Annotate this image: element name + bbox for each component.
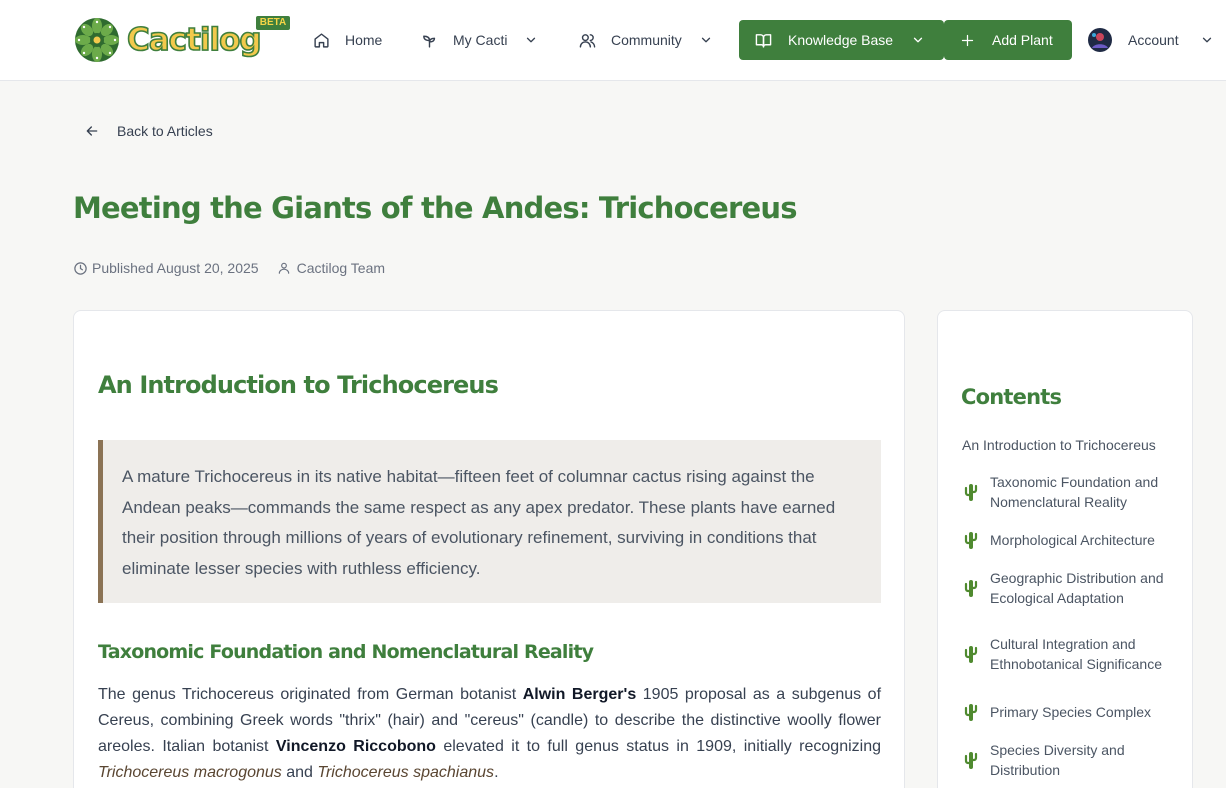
page-title: Meeting the Giants of the Andes: Trichoc… (73, 191, 797, 225)
toc-item-species-diversity[interactable]: Species Diversity and Distribution (962, 740, 1176, 780)
top-navbar: Cactilog BETA Home My Cacti Community Kn… (0, 0, 1226, 81)
contents-title: Contents (961, 385, 1062, 409)
toc-item-label: Primary Species Complex (990, 704, 1152, 720)
add-plant-button[interactable]: Add Plant (944, 20, 1072, 60)
nav-knowledge-base-label: Knowledge Base (788, 32, 894, 48)
nav-home[interactable]: Home (313, 20, 382, 60)
chevron-down-icon (527, 37, 536, 43)
toc-item-label: Species Diversity and Distribution (990, 742, 1125, 778)
add-plant-label: Add Plant (992, 32, 1053, 48)
cactus-icon (964, 704, 978, 721)
toc-item-label: Geographic Distribution and Ecological A… (990, 570, 1164, 606)
plus-icon (961, 34, 974, 46)
species-name: Trichocereus macrogonus (98, 764, 282, 781)
article-meta: Published August 20, 2025 Cactilog Team (73, 259, 385, 277)
article-card: An Introduction to Trichocereus A mature… (73, 310, 905, 788)
toc-item-taxonomic-foundation[interactable]: Taxonomic Foundation and Nomenclatural R… (962, 472, 1176, 512)
toc-item-primary-species-complex[interactable]: Primary Species Complex (962, 702, 1176, 722)
arrow-left-icon (86, 126, 98, 136)
nav-account-label: Account (1128, 32, 1179, 48)
author-name: Cactilog Team (296, 260, 386, 276)
toc-item-label: Cultural Integration and Ethnobotanical … (990, 636, 1163, 672)
beta-badge: BETA (256, 16, 290, 30)
cactus-icon (964, 484, 978, 501)
nav-community[interactable]: Community (579, 20, 713, 60)
chevron-down-icon (913, 37, 923, 43)
logo-mark-icon (75, 18, 119, 62)
clock-icon (74, 261, 87, 275)
cactus-icon (964, 532, 978, 549)
cactus-icon (964, 580, 978, 597)
sprout-icon (423, 35, 436, 48)
cactus-icon (964, 752, 978, 769)
nav-knowledge-base[interactable]: Knowledge Base (739, 20, 944, 60)
nav-my-cacti-label: My Cacti (453, 32, 508, 48)
contents-sidebar: Contents An Introduction to Trichocereus… (937, 310, 1193, 788)
toc-item-cultural-integration[interactable]: Cultural Integration and Ethnobotanical … (962, 624, 1176, 684)
author-alwin-berger: Alwin Berger's (522, 686, 637, 703)
published-date: Published August 20, 2025 (92, 260, 259, 276)
users-icon (579, 33, 596, 48)
home-icon (314, 32, 329, 48)
article-paragraph: The genus Trichocereus originated from G… (98, 686, 882, 781)
cactilog-logo[interactable]: Cactilog BETA (73, 16, 293, 66)
back-to-articles-link[interactable]: Back to Articles (84, 121, 213, 141)
user-icon (278, 262, 289, 274)
nav-community-label: Community (611, 32, 682, 48)
chevron-down-icon (701, 37, 710, 43)
intro-heading: An Introduction to Trichocereus (98, 371, 499, 399)
cactus-icon (964, 646, 978, 663)
avatar (1088, 28, 1112, 52)
toc-item-label: Taxonomic Foundation and Nomenclatural R… (990, 474, 1159, 510)
nav-my-cacti[interactable]: My Cacti (421, 20, 538, 60)
section-heading: Taxonomic Foundation and Nomenclatural R… (98, 641, 594, 663)
toc-item-morphological-architecture[interactable]: Morphological Architecture (962, 530, 1176, 550)
toc-item-label: Morphological Architecture (990, 532, 1155, 548)
author-vincenzo-riccobono: Vincenzo Riccobono (275, 738, 436, 755)
species-name: Trichocereus spachianus (317, 764, 495, 781)
chevron-down-icon (1202, 37, 1211, 43)
logo-text: Cactilog (126, 21, 262, 59)
book-icon (755, 33, 772, 48)
nav-account[interactable]: Account (1088, 20, 1214, 60)
toc-item-geographic-distribution[interactable]: Geographic Distribution and Ecological A… (962, 568, 1176, 608)
intro-blockquote: A mature Trichocereus in its native habi… (98, 440, 881, 603)
toc-item-introduction[interactable]: An Introduction to Trichocereus (962, 437, 1156, 453)
nav-home-label: Home (345, 32, 383, 48)
back-link-label: Back to Articles (117, 123, 213, 139)
